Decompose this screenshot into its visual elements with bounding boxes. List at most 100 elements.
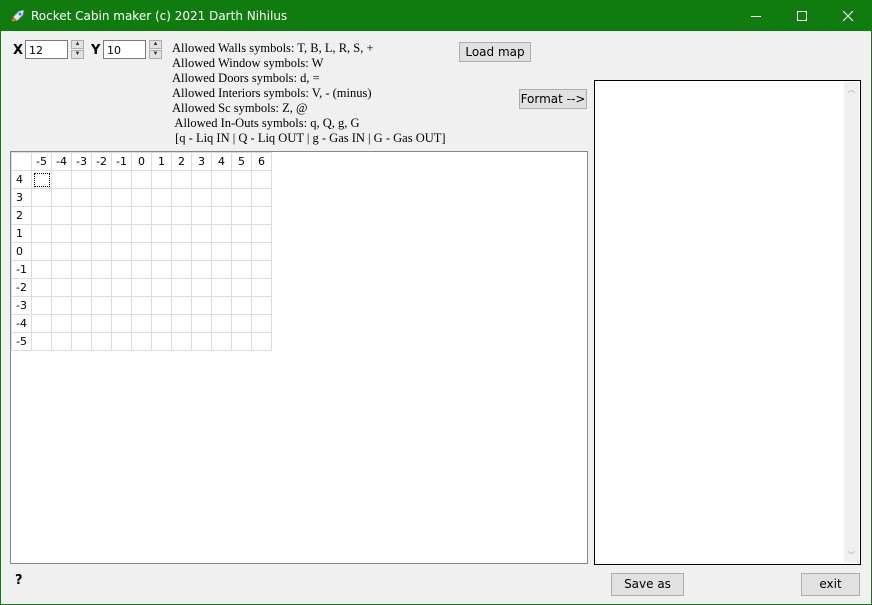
grid-cell[interactable] (91, 260, 112, 279)
grid-cell[interactable] (211, 314, 232, 333)
grid-cell[interactable] (231, 278, 252, 297)
map-grid-panel[interactable]: -5 -4 -3 -2 -1 0 1 2 3 4 5 6 4 3 2 1 0 -1 -2 -3 -4 -5 (10, 151, 588, 564)
grid-cell[interactable] (111, 278, 132, 297)
grid-cell[interactable] (31, 170, 52, 189)
grid-cell[interactable] (71, 314, 92, 333)
grid-cell[interactable] (231, 314, 252, 333)
grid-cell[interactable] (131, 278, 152, 297)
grid-cell[interactable] (171, 260, 192, 279)
grid-cell[interactable] (231, 242, 252, 261)
grid-cell[interactable] (211, 206, 232, 225)
grid-cell[interactable] (251, 224, 272, 243)
map-grid[interactable]: -5 -4 -3 -2 -1 0 1 2 3 4 5 6 4 3 2 1 0 -1 -2 -3 -4 -5 (11, 152, 272, 351)
y-input[interactable]: 10 (103, 40, 146, 59)
grid-cell[interactable] (111, 242, 132, 261)
grid-cell[interactable] (131, 332, 152, 351)
grid-cell[interactable] (211, 224, 232, 243)
grid-cell[interactable] (91, 188, 112, 207)
grid-cell[interactable] (171, 332, 192, 351)
grid-cell[interactable] (251, 206, 272, 225)
grid-cell[interactable] (211, 260, 232, 279)
grid-cell[interactable] (151, 278, 172, 297)
grid-cell[interactable] (111, 260, 132, 279)
y-up-arrow-icon[interactable]: ▲ (149, 40, 162, 49)
load-map-button[interactable]: Load map (459, 42, 531, 62)
grid-cell[interactable] (151, 206, 172, 225)
grid-cell[interactable] (191, 224, 212, 243)
grid-cell[interactable] (111, 314, 132, 333)
grid-cell[interactable] (131, 188, 152, 207)
grid-cell[interactable] (151, 296, 172, 315)
grid-cell[interactable] (91, 242, 112, 261)
title-bar[interactable]: Rocket Cabin maker (c) 2021 Darth Nihilu… (1, 1, 871, 31)
maximize-button[interactable] (779, 1, 825, 31)
grid-cell[interactable] (191, 278, 212, 297)
grid-cell[interactable] (211, 170, 232, 189)
grid-cell[interactable] (51, 278, 72, 297)
scroll-up-arrow-icon[interactable]: ︿ (844, 82, 859, 97)
grid-cell[interactable] (51, 170, 72, 189)
grid-cell[interactable] (31, 278, 52, 297)
grid-cell[interactable] (211, 242, 232, 261)
grid-cell[interactable] (71, 188, 92, 207)
grid-cell[interactable] (131, 314, 152, 333)
grid-cell[interactable] (191, 188, 212, 207)
grid-cell[interactable] (51, 260, 72, 279)
grid-cell[interactable] (231, 188, 252, 207)
grid-cell[interactable] (91, 332, 112, 351)
grid-cell[interactable] (131, 242, 152, 261)
grid-cell[interactable] (111, 224, 132, 243)
grid-cell[interactable] (151, 224, 172, 243)
format-button[interactable]: Format --> (519, 89, 587, 109)
grid-cell[interactable] (151, 314, 172, 333)
grid-cell[interactable] (251, 242, 272, 261)
grid-cell[interactable] (151, 332, 172, 351)
grid-cell[interactable] (231, 206, 252, 225)
grid-cell[interactable] (91, 206, 112, 225)
grid-cell[interactable] (211, 278, 232, 297)
grid-cell[interactable] (31, 242, 52, 261)
grid-cell[interactable] (31, 188, 52, 207)
grid-cell[interactable] (71, 260, 92, 279)
grid-cell[interactable] (211, 188, 232, 207)
grid-cell[interactable] (251, 314, 272, 333)
grid-cell[interactable] (111, 296, 132, 315)
y-down-arrow-icon[interactable]: ▼ (149, 50, 162, 59)
grid-cell[interactable] (31, 224, 52, 243)
grid-cell[interactable] (51, 224, 72, 243)
x-up-arrow-icon[interactable]: ▲ (71, 40, 84, 49)
grid-cell[interactable] (51, 314, 72, 333)
x-input[interactable]: 12 (25, 40, 68, 59)
grid-cell[interactable] (211, 296, 232, 315)
grid-cell[interactable] (131, 206, 152, 225)
grid-cell[interactable] (191, 206, 212, 225)
grid-cell[interactable] (251, 332, 272, 351)
grid-cell[interactable] (131, 224, 152, 243)
grid-cell[interactable] (251, 296, 272, 315)
grid-cell[interactable] (171, 224, 192, 243)
grid-cell[interactable] (111, 170, 132, 189)
minimize-button[interactable] (733, 1, 779, 31)
grid-cell[interactable] (171, 188, 192, 207)
grid-cell[interactable] (191, 314, 212, 333)
grid-cell[interactable] (131, 260, 152, 279)
grid-cell[interactable] (131, 170, 152, 189)
grid-cell[interactable] (31, 332, 52, 351)
grid-cell[interactable] (251, 278, 272, 297)
grid-cell[interactable] (131, 296, 152, 315)
grid-cell[interactable] (171, 170, 192, 189)
grid-cell[interactable] (91, 224, 112, 243)
grid-cell[interactable] (71, 224, 92, 243)
grid-cell[interactable] (51, 188, 72, 207)
scroll-down-arrow-icon[interactable]: ﹀ (844, 548, 859, 563)
grid-cell[interactable] (151, 260, 172, 279)
grid-cell[interactable] (31, 206, 52, 225)
grid-cell[interactable] (91, 314, 112, 333)
close-button[interactable] (825, 1, 871, 31)
grid-cell[interactable] (71, 296, 92, 315)
grid-cell[interactable] (71, 278, 92, 297)
output-scrollbar[interactable]: ︿ ﹀ (844, 82, 859, 563)
grid-cell[interactable] (171, 206, 192, 225)
grid-cell[interactable] (231, 170, 252, 189)
help-button[interactable]: ? (15, 573, 23, 588)
